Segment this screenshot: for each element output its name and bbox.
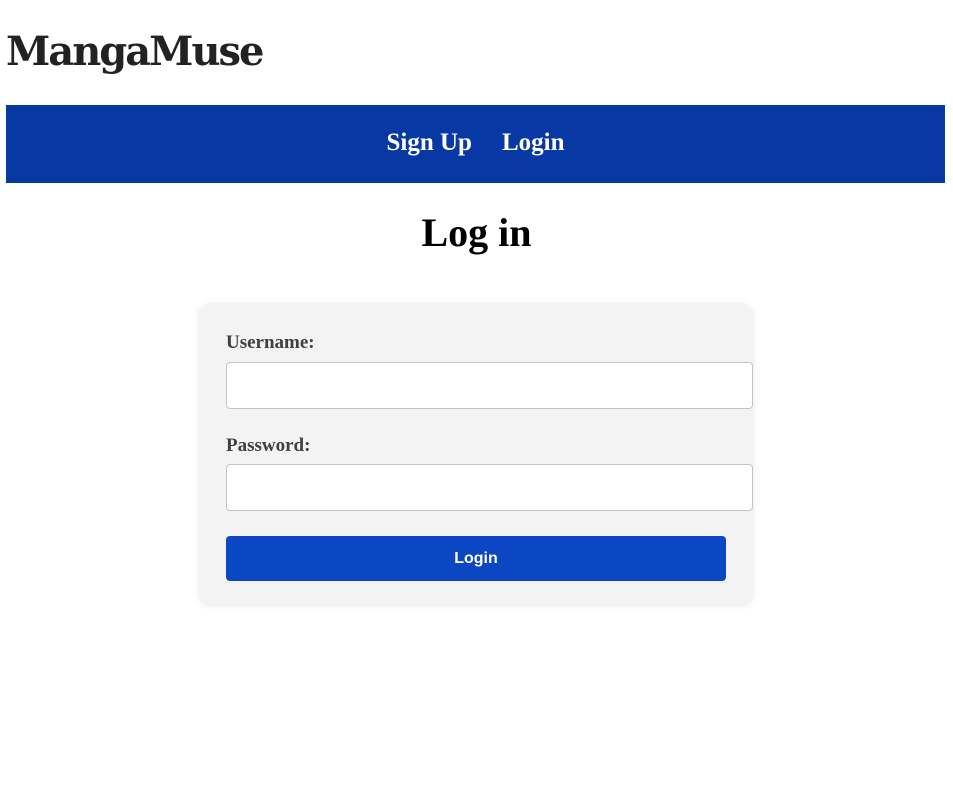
password-input[interactable] <box>226 464 753 511</box>
login-form: Username: Password: Login <box>198 303 754 607</box>
password-label: Password: <box>226 435 311 456</box>
site-title: MangaMuse <box>6 28 264 75</box>
nav-link-sign-up[interactable]: Sign Up <box>387 129 472 157</box>
page-title: Log in <box>421 210 532 255</box>
main-navbar: Sign Up Login <box>6 105 945 183</box>
username-label: Username: <box>226 332 315 353</box>
username-input[interactable] <box>226 362 753 409</box>
login-button[interactable]: Login <box>226 536 726 581</box>
nav-link-login[interactable]: Login <box>502 129 565 157</box>
